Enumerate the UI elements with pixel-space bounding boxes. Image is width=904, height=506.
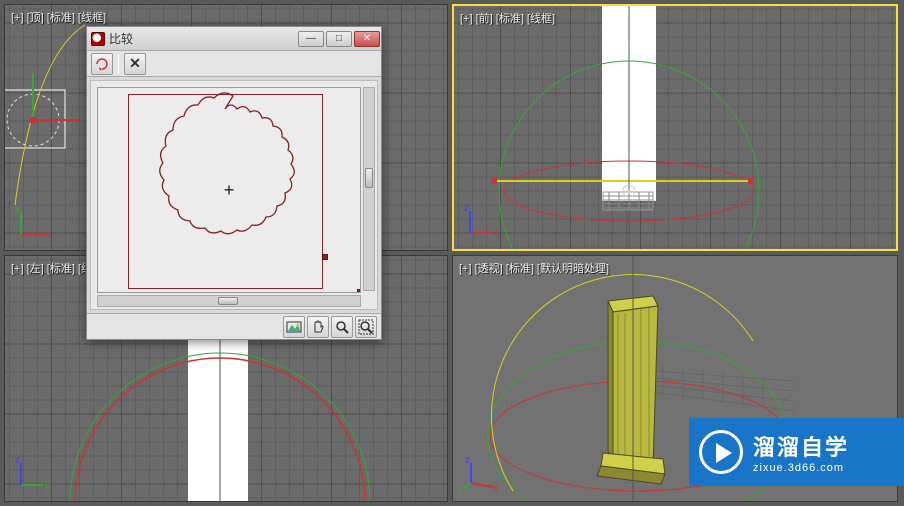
toolbar-separator bbox=[118, 54, 119, 74]
minimize-button[interactable]: — bbox=[298, 31, 324, 47]
horizontal-scrollbar[interactable] bbox=[97, 295, 361, 307]
axis-tripod-icon: x z bbox=[462, 201, 502, 241]
dialog-title: 比较 bbox=[109, 30, 133, 47]
display-image-button[interactable] bbox=[283, 316, 305, 338]
svg-text:z: z bbox=[15, 455, 20, 466]
axis-tripod-icon: y z bbox=[13, 453, 53, 493]
app-icon bbox=[91, 32, 105, 46]
svg-text:y: y bbox=[15, 204, 20, 215]
watermark-badge: 溜溜自学 zixue.3d66.com bbox=[689, 418, 904, 486]
pick-shape-button[interactable] bbox=[91, 53, 113, 75]
axis-tripod-icon: x y bbox=[13, 202, 53, 242]
viewport-label-top[interactable]: [+] [顶] [标准] [线框] bbox=[11, 9, 106, 25]
shape-vertex[interactable] bbox=[322, 254, 328, 260]
scrollbar-thumb[interactable] bbox=[365, 168, 373, 188]
viewport-label-front[interactable]: [+] [前] [标准] [线框] bbox=[460, 10, 555, 26]
svg-text:x: x bbox=[493, 483, 498, 494]
watermark-subtitle: zixue.3d66.com bbox=[753, 462, 849, 474]
axis-tripod-icon: x y z bbox=[461, 453, 501, 493]
svg-text:z: z bbox=[464, 203, 469, 214]
svg-text:x: x bbox=[45, 229, 50, 240]
play-icon bbox=[699, 430, 743, 474]
svg-text:z: z bbox=[465, 455, 470, 466]
zoom-extents-button[interactable] bbox=[355, 316, 377, 338]
dialog-footer-toolbar bbox=[87, 313, 381, 339]
viewport-front-overlays bbox=[454, 6, 896, 249]
shape-handle[interactable] bbox=[357, 289, 361, 293]
delete-shape-button[interactable]: ✕ bbox=[124, 53, 146, 75]
shape-canvas[interactable]: + bbox=[90, 80, 378, 310]
svg-text:y: y bbox=[45, 480, 50, 491]
viewport-front[interactable]: [+] [前] [标准] [线框] x z bbox=[452, 4, 898, 251]
dialog-toolbar: ✕ bbox=[87, 51, 381, 77]
compare-dialog[interactable]: 比较 — □ ✕ ✕ + bbox=[86, 26, 382, 340]
svg-text:y: y bbox=[457, 485, 462, 496]
dialog-titlebar[interactable]: 比较 — □ ✕ bbox=[87, 27, 381, 51]
close-button[interactable]: ✕ bbox=[354, 31, 380, 47]
svg-text:x: x bbox=[494, 228, 499, 239]
maximize-button[interactable]: □ bbox=[326, 31, 352, 47]
viewport-label-perspective[interactable]: [+] [透视] [标准] [默认明暗处理] bbox=[459, 260, 609, 276]
watermark-title: 溜溜自学 bbox=[753, 430, 849, 462]
vertical-scrollbar[interactable] bbox=[363, 87, 375, 291]
zoom-button[interactable] bbox=[331, 316, 353, 338]
crosshair-icon: + bbox=[221, 182, 237, 198]
pan-button[interactable] bbox=[307, 316, 329, 338]
scrollbar-thumb[interactable] bbox=[218, 297, 238, 305]
